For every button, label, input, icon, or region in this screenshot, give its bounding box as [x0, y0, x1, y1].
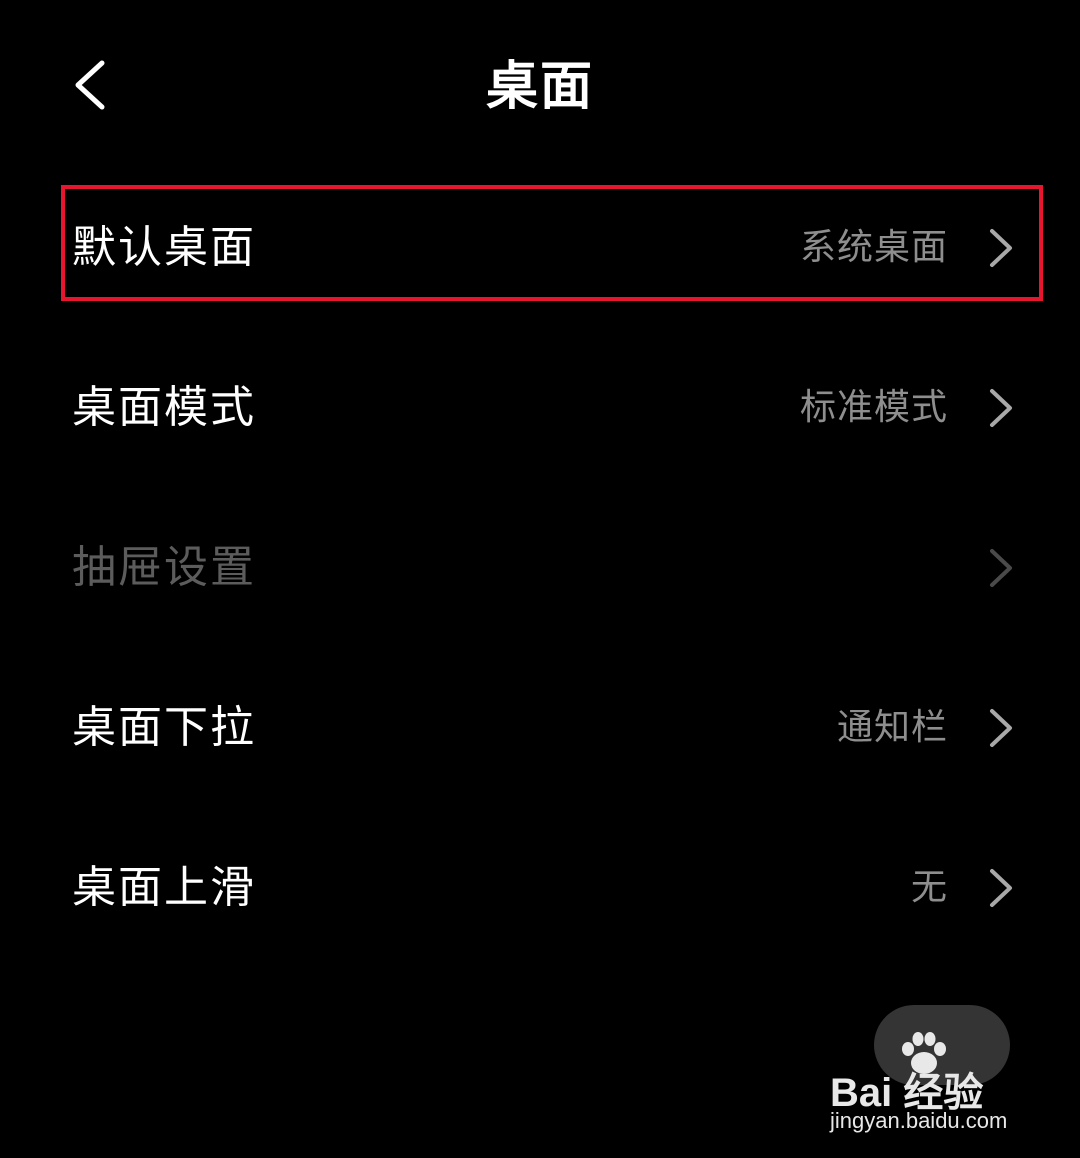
- chevron-right-icon: [990, 709, 1012, 747]
- page-title: 桌面: [485, 57, 594, 117]
- setting-row-desktop-mode[interactable]: 桌面模式 标准模式: [0, 343, 1080, 473]
- chevron-right-icon: [990, 549, 1012, 587]
- baidu-jingyan-watermark: Bai 经验 jingyan.baidu.com: [820, 1005, 1060, 1145]
- setting-value: 通知栏: [836, 707, 948, 748]
- watermark-url: jingyan.baidu.com: [830, 1108, 1008, 1133]
- setting-label: 默认桌面: [72, 222, 256, 273]
- chevron-right-icon: [990, 229, 1012, 267]
- setting-label: 桌面上滑: [72, 862, 256, 913]
- setting-label: 桌面下拉: [72, 702, 256, 753]
- setting-row-swipe-down[interactable]: 桌面下拉 通知栏: [0, 663, 1080, 793]
- setting-value: 标准模式: [799, 387, 948, 428]
- header-bar: 桌面: [0, 0, 1080, 170]
- setting-value: 无: [910, 867, 948, 908]
- setting-row-swipe-up[interactable]: 桌面上滑 无: [0, 823, 1080, 953]
- chevron-right-icon: [990, 869, 1012, 907]
- setting-value: 系统桌面: [799, 227, 948, 268]
- setting-row-drawer-settings[interactable]: 抽屉设置: [0, 503, 1080, 633]
- setting-label: 桌面模式: [72, 382, 256, 433]
- setting-row-default-launcher[interactable]: 默认桌面 系统桌面: [0, 183, 1080, 313]
- setting-label: 抽屉设置: [72, 542, 256, 593]
- chevron-right-icon: [990, 389, 1012, 427]
